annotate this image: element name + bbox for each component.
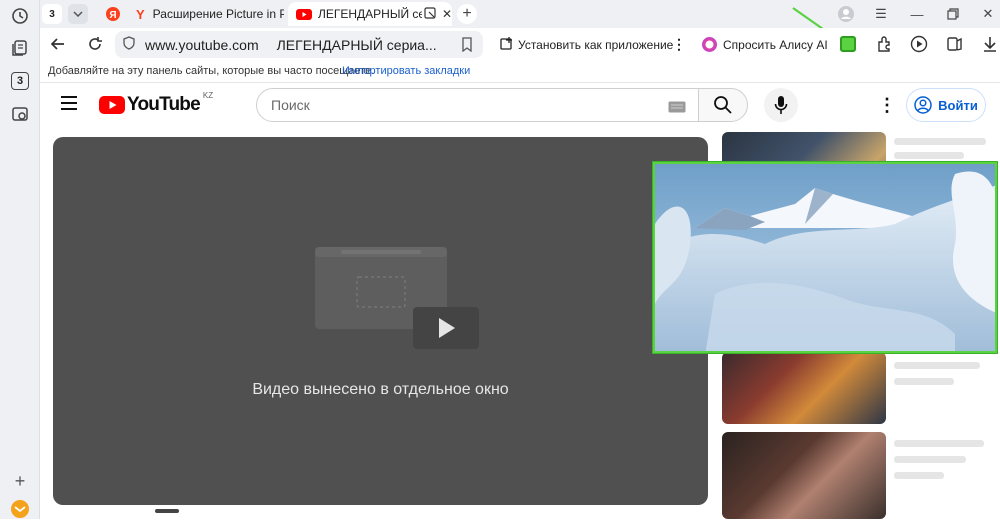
restore-icon[interactable] — [942, 4, 964, 24]
url-domain: www.youtube.com — [145, 36, 259, 53]
pip-icon[interactable] — [424, 6, 436, 22]
tab-title: ЛЕГЕНДАРНЫЙ сер — [318, 7, 422, 21]
keyboard-icon[interactable] — [668, 100, 686, 116]
omnibox[interactable]: www.youtube.com ЛЕГЕНДАРНЫЙ сериа... — [115, 31, 483, 58]
search-button[interactable] — [698, 88, 748, 122]
back-icon[interactable] — [48, 34, 68, 59]
minimize-icon[interactable]: — — [906, 4, 928, 24]
close-window-icon[interactable]: ✕ — [977, 4, 999, 24]
address-bar-row: www.youtube.com ЛЕГЕНДАРНЫЙ сериа... Уст… — [40, 28, 1000, 61]
youtube-icon — [296, 8, 312, 20]
video-thumbnail[interactable] — [722, 352, 886, 424]
search-placeholder: Поиск — [271, 97, 310, 113]
video-meta-placeholder — [894, 152, 964, 159]
pip-window[interactable] — [653, 162, 997, 353]
youtube-logo-text: YouTube — [127, 94, 201, 115]
microphone-icon — [774, 96, 788, 114]
video-title-placeholder — [894, 138, 986, 145]
tab-strip: 3 Я Y Расширение Picture in Pic ЛЕГЕНДАР… — [40, 0, 1000, 28]
pip-placeholder-icon — [315, 247, 479, 349]
tab-pip-extension[interactable]: Y Расширение Picture in Pic — [132, 2, 284, 26]
video-meta-placeholder — [894, 378, 954, 385]
bookmark-icon[interactable] — [461, 37, 473, 55]
yandex-icon: Я — [106, 7, 120, 21]
download-icon[interactable] — [982, 35, 998, 58]
yandex-tab[interactable]: Я — [100, 2, 126, 26]
history-icon[interactable] — [8, 4, 32, 28]
video-thumbnail[interactable] — [722, 432, 886, 519]
search-input[interactable]: Поиск — [256, 88, 699, 122]
sign-in-label: Войти — [938, 97, 978, 113]
install-app-icon — [500, 36, 514, 53]
screenshot-icon[interactable] — [8, 102, 32, 126]
chevron-down-icon[interactable] — [68, 4, 88, 24]
tab-counter[interactable]: 3 — [42, 4, 62, 24]
ask-alice-label: Спросить Алису AI — [723, 37, 828, 52]
new-tab-button[interactable]: + — [457, 4, 477, 24]
pip-video-frame — [655, 164, 995, 351]
bookmarks-hint: Добавляйте на эту панель сайты, которые … — [48, 65, 375, 77]
video-meta-placeholder — [894, 456, 966, 463]
video-title-placeholder — [894, 440, 984, 447]
video-meta-placeholder — [894, 472, 944, 479]
video-player[interactable]: Видео вынесено в отдельное окно — [53, 137, 708, 505]
sign-in-button[interactable]: Войти — [906, 88, 986, 122]
youtube-header: YouTube KZ Поиск ⋮ Войти — [40, 83, 1000, 127]
video-title-placeholder — [894, 362, 980, 369]
bookmarks-bar: Добавляйте на эту панель сайты, которые … — [40, 61, 1000, 83]
reader-icon[interactable] — [946, 35, 964, 58]
browser-sidebar: 3 + — [0, 0, 40, 519]
account-icon — [914, 96, 932, 114]
tab-count-badge[interactable]: 3 — [11, 72, 29, 90]
install-app-label: Установить как приложение — [518, 37, 674, 52]
shield-icon[interactable] — [123, 36, 135, 53]
media-play-icon[interactable] — [910, 35, 928, 58]
alice-icon — [702, 37, 717, 52]
pip-message: Видео вынесено в отдельное окно — [252, 381, 509, 398]
yandex-y-icon: Y — [136, 6, 145, 22]
youtube-logo[interactable]: YouTube KZ — [99, 90, 214, 116]
extensions-icon[interactable] — [876, 35, 894, 58]
tab-title: Расширение Picture in Pic — [152, 7, 284, 21]
reload-icon[interactable] — [85, 34, 105, 59]
search-icon — [714, 96, 732, 114]
youtube-logo-icon — [99, 96, 125, 114]
menu-icon[interactable]: ☰ — [870, 4, 892, 24]
mail-icon[interactable] — [8, 497, 32, 521]
voice-search-button[interactable] — [764, 88, 798, 122]
video-title-fragment — [155, 509, 179, 513]
install-app-button[interactable]: Установить как приложение — [500, 31, 673, 58]
add-icon[interactable]: + — [8, 469, 32, 493]
pip-extension-icon[interactable] — [840, 36, 856, 52]
tab-youtube[interactable]: ЛЕГЕНДАРНЫЙ сер ✕ — [288, 2, 452, 26]
collections-icon[interactable] — [8, 36, 32, 60]
more-icon[interactable]: ⋮ — [672, 31, 686, 58]
ask-alice-button[interactable]: Спросить Алису AI — [702, 31, 828, 58]
close-tab-icon[interactable]: ✕ — [442, 7, 452, 21]
settings-more-icon[interactable]: ⋮ — [878, 95, 896, 116]
svg-text:Я: Я — [109, 10, 116, 21]
import-bookmarks-link[interactable]: Импортировать закладки — [342, 65, 470, 77]
url-page-title: ЛЕГЕНДАРНЫЙ сериа... — [276, 36, 437, 53]
region-code: KZ — [202, 90, 214, 100]
hamburger-menu-icon[interactable] — [60, 96, 78, 115]
